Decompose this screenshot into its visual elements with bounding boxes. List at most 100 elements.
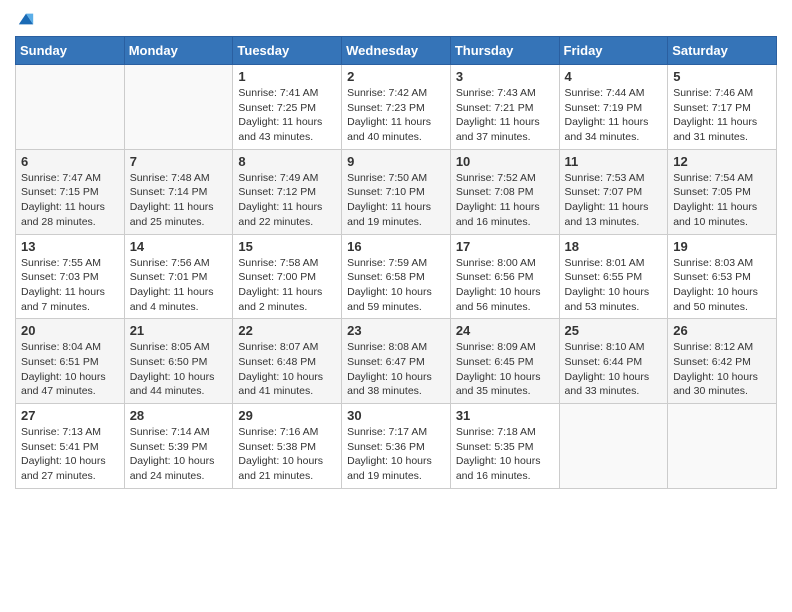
cell-info: Sunrise: 7:52 AM Sunset: 7:08 PM Dayligh… — [456, 171, 554, 230]
cell-info: Sunrise: 8:00 AM Sunset: 6:56 PM Dayligh… — [456, 256, 554, 315]
cell-info: Sunrise: 8:12 AM Sunset: 6:42 PM Dayligh… — [673, 340, 771, 399]
calendar-cell — [16, 65, 125, 150]
calendar-cell: 26 Sunrise: 8:12 AM Sunset: 6:42 PM Dayli… — [668, 319, 777, 404]
calendar-cell: 25 Sunrise: 8:10 AM Sunset: 6:44 PM Dayli… — [559, 319, 668, 404]
day-number: 15 — [238, 239, 336, 254]
calendar-cell: 21 Sunrise: 8:05 AM Sunset: 6:50 PM Dayli… — [124, 319, 233, 404]
cell-info: Sunrise: 7:42 AM Sunset: 7:23 PM Dayligh… — [347, 86, 445, 145]
cell-info: Sunrise: 7:55 AM Sunset: 7:03 PM Dayligh… — [21, 256, 119, 315]
cell-info: Sunrise: 7:13 AM Sunset: 5:41 PM Dayligh… — [21, 425, 119, 484]
calendar-cell: 5 Sunrise: 7:46 AM Sunset: 7:17 PM Daylig… — [668, 65, 777, 150]
cell-info: Sunrise: 7:49 AM Sunset: 7:12 PM Dayligh… — [238, 171, 336, 230]
day-number: 13 — [21, 239, 119, 254]
calendar-cell: 16 Sunrise: 7:59 AM Sunset: 6:58 PM Dayli… — [342, 234, 451, 319]
calendar-cell: 27Sunrise: 7:13 AM Sunset: 5:41 PM Dayli… — [16, 404, 125, 489]
cell-info: Sunrise: 7:53 AM Sunset: 7:07 PM Dayligh… — [565, 171, 663, 230]
day-number: 10 — [456, 154, 554, 169]
calendar-cell: 15 Sunrise: 7:58 AM Sunset: 7:00 PM Dayli… — [233, 234, 342, 319]
page-container: SundayMondayTuesdayWednesdayThursdayFrid… — [0, 0, 792, 504]
calendar-cell: 17 Sunrise: 8:00 AM Sunset: 6:56 PM Dayli… — [450, 234, 559, 319]
calendar-week-row: 27Sunrise: 7:13 AM Sunset: 5:41 PM Dayli… — [16, 404, 777, 489]
calendar-cell: 6Sunrise: 7:47 AM Sunset: 7:15 PM Daylig… — [16, 149, 125, 234]
cell-info: Sunrise: 7:58 AM Sunset: 7:00 PM Dayligh… — [238, 256, 336, 315]
day-number: 22 — [238, 323, 336, 338]
cell-info: Sunrise: 8:08 AM Sunset: 6:47 PM Dayligh… — [347, 340, 445, 399]
day-number: 19 — [673, 239, 771, 254]
calendar-week-row: 1 Sunrise: 7:41 AM Sunset: 7:25 PM Daylig… — [16, 65, 777, 150]
calendar-cell: 2 Sunrise: 7:42 AM Sunset: 7:23 PM Daylig… — [342, 65, 451, 150]
day-number: 30 — [347, 408, 445, 423]
cell-info: Sunrise: 7:41 AM Sunset: 7:25 PM Dayligh… — [238, 86, 336, 145]
cell-info: Sunrise: 8:04 AM Sunset: 6:51 PM Dayligh… — [21, 340, 119, 399]
calendar-cell — [668, 404, 777, 489]
calendar-header-tuesday: Tuesday — [233, 37, 342, 65]
cell-info: Sunrise: 7:59 AM Sunset: 6:58 PM Dayligh… — [347, 256, 445, 315]
calendar-cell: 20 Sunrise: 8:04 AM Sunset: 6:51 PM Dayli… — [16, 319, 125, 404]
calendar-week-row: 6Sunrise: 7:47 AM Sunset: 7:15 PM Daylig… — [16, 149, 777, 234]
calendar-cell — [559, 404, 668, 489]
calendar-cell: 28 Sunrise: 7:14 AM Sunset: 5:39 PM Dayli… — [124, 404, 233, 489]
calendar-cell: 3Sunrise: 7:43 AM Sunset: 7:21 PM Daylig… — [450, 65, 559, 150]
calendar-cell: 31 Sunrise: 7:18 AM Sunset: 5:35 PM Dayli… — [450, 404, 559, 489]
calendar-cell: 13 Sunrise: 7:55 AM Sunset: 7:03 PM Dayli… — [16, 234, 125, 319]
day-number: 20 — [21, 323, 119, 338]
day-number: 1 — [238, 69, 336, 84]
calendar-cell: 29Sunrise: 7:16 AM Sunset: 5:38 PM Dayli… — [233, 404, 342, 489]
day-number: 26 — [673, 323, 771, 338]
calendar-cell: 7 Sunrise: 7:48 AM Sunset: 7:14 PM Daylig… — [124, 149, 233, 234]
calendar-cell: 1 Sunrise: 7:41 AM Sunset: 7:25 PM Daylig… — [233, 65, 342, 150]
cell-info: Sunrise: 7:44 AM Sunset: 7:19 PM Dayligh… — [565, 86, 663, 145]
day-number: 5 — [673, 69, 771, 84]
day-number: 31 — [456, 408, 554, 423]
day-number: 8 — [238, 154, 336, 169]
calendar-cell: 4Sunrise: 7:44 AM Sunset: 7:19 PM Daylig… — [559, 65, 668, 150]
cell-info: Sunrise: 8:05 AM Sunset: 6:50 PM Dayligh… — [130, 340, 228, 399]
cell-info: Sunrise: 7:16 AM Sunset: 5:38 PM Dayligh… — [238, 425, 336, 484]
cell-info: Sunrise: 7:46 AM Sunset: 7:17 PM Dayligh… — [673, 86, 771, 145]
cell-info: Sunrise: 7:48 AM Sunset: 7:14 PM Dayligh… — [130, 171, 228, 230]
day-number: 12 — [673, 154, 771, 169]
cell-info: Sunrise: 7:54 AM Sunset: 7:05 PM Dayligh… — [673, 171, 771, 230]
cell-info: Sunrise: 7:14 AM Sunset: 5:39 PM Dayligh… — [130, 425, 228, 484]
cell-info: Sunrise: 7:18 AM Sunset: 5:35 PM Dayligh… — [456, 425, 554, 484]
calendar-cell — [124, 65, 233, 150]
day-number: 9 — [347, 154, 445, 169]
calendar-cell: 22Sunrise: 8:07 AM Sunset: 6:48 PM Dayli… — [233, 319, 342, 404]
calendar-header-thursday: Thursday — [450, 37, 559, 65]
day-number: 24 — [456, 323, 554, 338]
calendar-cell: 18 Sunrise: 8:01 AM Sunset: 6:55 PM Dayli… — [559, 234, 668, 319]
day-number: 6 — [21, 154, 119, 169]
calendar-week-row: 20 Sunrise: 8:04 AM Sunset: 6:51 PM Dayli… — [16, 319, 777, 404]
day-number: 14 — [130, 239, 228, 254]
calendar-header-friday: Friday — [559, 37, 668, 65]
day-number: 2 — [347, 69, 445, 84]
day-number: 7 — [130, 154, 228, 169]
calendar-header-saturday: Saturday — [668, 37, 777, 65]
day-number: 25 — [565, 323, 663, 338]
calendar-week-row: 13 Sunrise: 7:55 AM Sunset: 7:03 PM Dayli… — [16, 234, 777, 319]
calendar-cell: 12 Sunrise: 7:54 AM Sunset: 7:05 PM Dayli… — [668, 149, 777, 234]
header — [15, 10, 777, 28]
day-number: 21 — [130, 323, 228, 338]
calendar-header-wednesday: Wednesday — [342, 37, 451, 65]
day-number: 17 — [456, 239, 554, 254]
cell-info: Sunrise: 8:10 AM Sunset: 6:44 PM Dayligh… — [565, 340, 663, 399]
day-number: 28 — [130, 408, 228, 423]
calendar-header-row: SundayMondayTuesdayWednesdayThursdayFrid… — [16, 37, 777, 65]
calendar-cell: 23Sunrise: 8:08 AM Sunset: 6:47 PM Dayli… — [342, 319, 451, 404]
calendar-cell: 11Sunrise: 7:53 AM Sunset: 7:07 PM Dayli… — [559, 149, 668, 234]
calendar-header-sunday: Sunday — [16, 37, 125, 65]
logo-icon — [17, 10, 35, 28]
cell-info: Sunrise: 8:03 AM Sunset: 6:53 PM Dayligh… — [673, 256, 771, 315]
calendar-cell: 8 Sunrise: 7:49 AM Sunset: 7:12 PM Daylig… — [233, 149, 342, 234]
calendar-cell: 19 Sunrise: 8:03 AM Sunset: 6:53 PM Dayli… — [668, 234, 777, 319]
day-number: 16 — [347, 239, 445, 254]
calendar-cell: 9 Sunrise: 7:50 AM Sunset: 7:10 PM Daylig… — [342, 149, 451, 234]
calendar-header-monday: Monday — [124, 37, 233, 65]
calendar-cell: 14Sunrise: 7:56 AM Sunset: 7:01 PM Dayli… — [124, 234, 233, 319]
calendar-cell: 30Sunrise: 7:17 AM Sunset: 5:36 PM Dayli… — [342, 404, 451, 489]
cell-info: Sunrise: 7:50 AM Sunset: 7:10 PM Dayligh… — [347, 171, 445, 230]
cell-info: Sunrise: 7:43 AM Sunset: 7:21 PM Dayligh… — [456, 86, 554, 145]
cell-info: Sunrise: 8:01 AM Sunset: 6:55 PM Dayligh… — [565, 256, 663, 315]
day-number: 18 — [565, 239, 663, 254]
